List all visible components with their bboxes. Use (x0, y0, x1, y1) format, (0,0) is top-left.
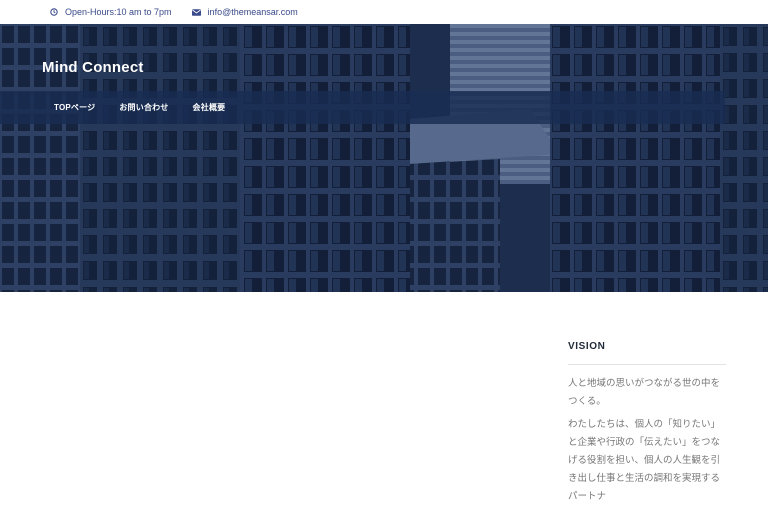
widget-paragraph-2: わたしたちは、個人の「知りたい」と企業や行政の「伝えたい」をつなげる役割を担い、… (568, 419, 721, 502)
opening-hours-text: Open-Hours:10 am to 7pm (65, 7, 172, 17)
contact-email[interactable]: info@themeansar.com (191, 7, 298, 17)
top-info-bar: Open-Hours:10 am to 7pm info@themeansar.… (0, 0, 768, 24)
clock-icon (50, 8, 58, 16)
widget-paragraph-1: 人と地域の思いがつながる世の中をつくる。 (568, 378, 721, 407)
opening-hours: Open-Hours:10 am to 7pm (50, 7, 172, 17)
nav-item-top[interactable]: TOPページ (54, 102, 95, 113)
site-title[interactable]: Mind Connect (42, 59, 144, 76)
envelope-icon (191, 8, 201, 16)
nav-item-company[interactable]: 会社概要 (193, 102, 226, 113)
main-navigation: TOPページ お問い合わせ 会社概要 (0, 91, 725, 124)
widget-title: VISION (568, 330, 726, 365)
contact-email-text[interactable]: info@themeansar.com (208, 7, 298, 17)
nav-item-contact[interactable]: お問い合わせ (119, 102, 168, 113)
hero-banner: Mind Connect TOPページ お問い合わせ 会社概要 (0, 24, 768, 292)
